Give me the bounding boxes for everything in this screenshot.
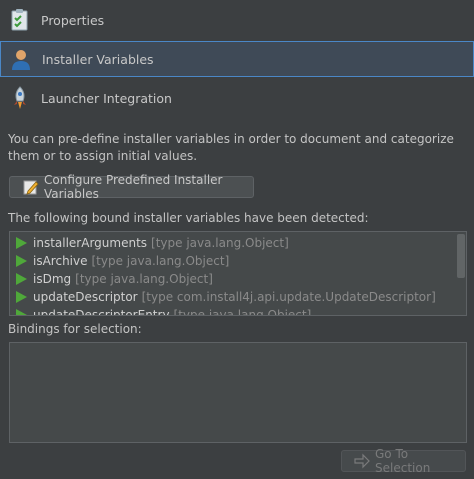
arrow-right-icon [354,453,370,469]
nav-label-launcher-integration: Launcher Integration [41,90,172,106]
nav-item-installer-variables[interactable]: Installer Variables [0,41,474,77]
go-to-selection-button[interactable]: Go To Selection [341,447,466,475]
list-scrollbar[interactable] [457,234,465,278]
configure-predefined-variables-button[interactable]: Configure Predefined Installer Variables [9,173,254,201]
list-item[interactable]: installerArguments [type java.lang.Objec… [16,234,289,252]
go-to-selection-label: Go To Selection [375,447,431,475]
variable-icon [16,255,27,267]
list-item[interactable]: isDmg [type java.lang.Object] [16,270,213,288]
description-text: You can pre-define installer variables i… [8,132,454,163]
list-item[interactable]: isArchive [type java.lang.Object] [16,252,229,270]
bound-variables-label: The following bound installer variables … [8,211,369,225]
bindings-panel [9,342,467,443]
list-item[interactable]: updateDescriptor [type com.install4j.api… [16,288,436,306]
properties-clipboard-icon [8,8,32,32]
nav-item-launcher-integration[interactable]: Launcher Integration [0,80,474,116]
list-item[interactable]: updateDescriptorEntry [type java.lang.Ob… [16,306,311,315]
rocket-icon [8,86,32,110]
variable-icon [16,273,27,285]
nav-label-installer-variables: Installer Variables [42,51,154,67]
nav-item-properties[interactable]: Properties [0,2,474,38]
variables-list[interactable]: installerArguments [type java.lang.Objec… [9,231,467,316]
bindings-label: Bindings for selection: [8,322,142,336]
edit-icon [23,179,39,195]
configure-button-label: Configure Predefined Installer Variables [44,173,223,201]
user-icon [9,47,33,71]
variable-icon [16,309,27,315]
nav-label-properties: Properties [41,12,105,28]
variable-icon [16,237,27,249]
variable-icon [16,291,27,303]
